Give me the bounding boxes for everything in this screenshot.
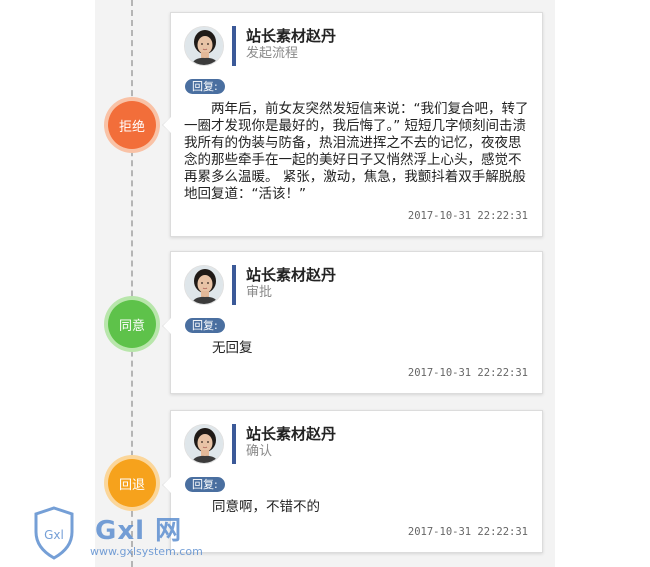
comment-text: 同意啊，不错不的 xyxy=(212,499,320,515)
user-info: 站长素材赵丹 审批 xyxy=(232,265,336,305)
user-info: 站长素材赵丹 确认 xyxy=(232,424,336,464)
shield-logo-icon: Gxl xyxy=(34,506,74,560)
status-node-reject: 拒绝 xyxy=(108,101,156,149)
timeline-card: 站长素材赵丹 审批 回复: 无回复 2017-10-31 22:22:31 xyxy=(162,251,543,394)
action-label: 确认 xyxy=(246,444,273,459)
user-name[interactable]: 站长素材赵丹 xyxy=(246,265,336,285)
watermark-url: www.gxlsystem.com xyxy=(90,545,203,558)
avatar-portrait-icon xyxy=(185,425,223,463)
comment-text: 两年后，前女友突然发短信来说：“我们复合吧，转了一圈才发现你是最好的，我后悔了。… xyxy=(184,101,529,202)
status-node-agree: 同意 xyxy=(108,300,156,348)
avatar[interactable] xyxy=(184,265,224,305)
avatar-portrait-icon xyxy=(185,266,223,304)
shield-text: Gxl xyxy=(44,528,64,542)
timeline-card: 站长素材赵丹 发起流程 回复: 两年后，前女友突然发短信来说：“我们复合吧，转了… xyxy=(162,12,543,237)
reply-badge: 回复: xyxy=(185,318,225,333)
reply-badge: 回复: xyxy=(185,79,225,94)
watermark-brand: Gxl 网 xyxy=(95,516,183,546)
user-name[interactable]: 站长素材赵丹 xyxy=(246,26,336,46)
avatar-portrait-icon xyxy=(185,27,223,65)
status-label: 同意 xyxy=(118,318,145,334)
timeline-card: 站长素材赵丹 确认 回复: 同意啊，不错不的 2017-10-31 22:22:… xyxy=(162,410,543,553)
status-label: 拒绝 xyxy=(118,119,145,135)
status-label: 回退 xyxy=(118,477,145,493)
status-node-return: 回退 xyxy=(108,459,156,507)
comment-text: 无回复 xyxy=(212,340,253,356)
watermark-logo: Gxl Gxl 网 www.gxlsystem.com xyxy=(32,506,222,564)
action-label: 发起流程 xyxy=(246,46,299,61)
reply-badge: 回复: xyxy=(185,477,225,492)
timestamp: 2017-10-31 22:22:31 xyxy=(407,210,528,222)
action-label: 审批 xyxy=(246,285,273,300)
avatar[interactable] xyxy=(184,26,224,66)
timestamp: 2017-10-31 22:22:31 xyxy=(407,526,528,538)
avatar[interactable] xyxy=(184,424,224,464)
user-info: 站长素材赵丹 发起流程 xyxy=(232,26,336,66)
timestamp: 2017-10-31 22:22:31 xyxy=(407,367,528,379)
user-name[interactable]: 站长素材赵丹 xyxy=(246,424,336,444)
